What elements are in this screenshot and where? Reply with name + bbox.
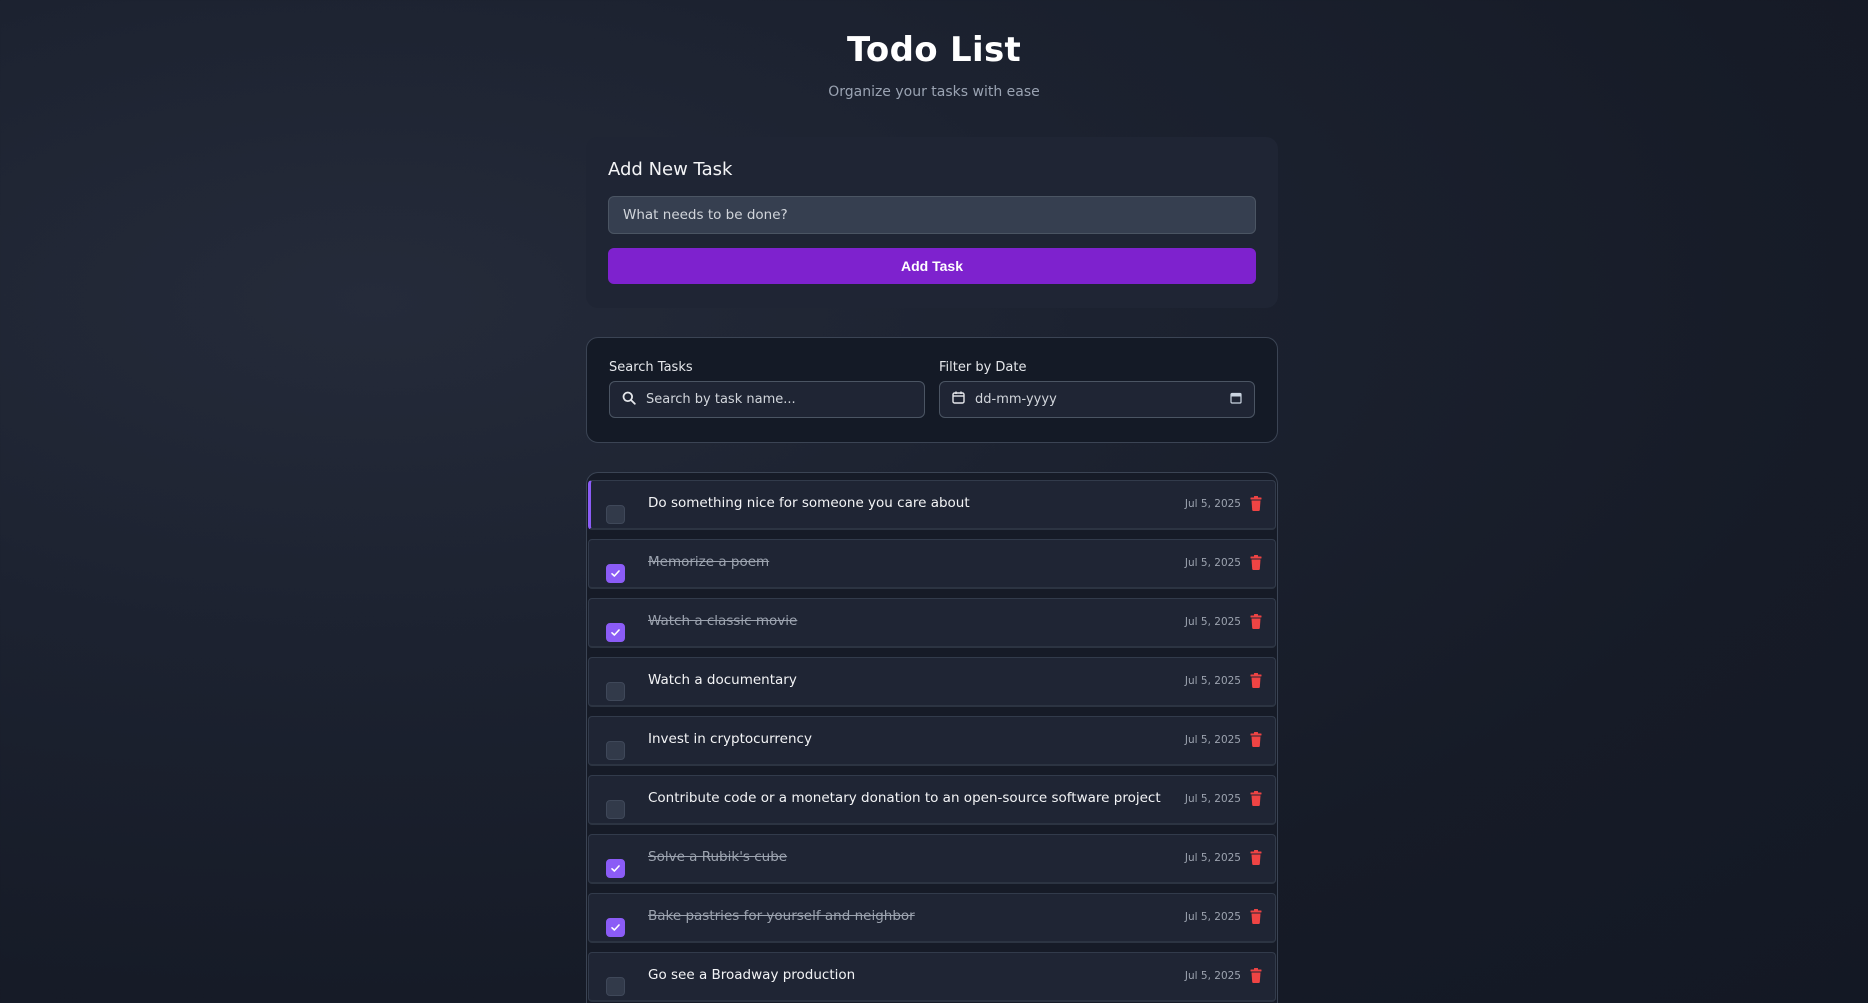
task-date: Jul 5, 2025 <box>1184 970 1241 982</box>
date-placeholder: dd-mm-yyyy <box>975 392 1057 407</box>
calendar-icon <box>952 391 965 408</box>
task-row: Memorize a poem Jul 5, 2025 <box>588 539 1276 589</box>
task-row: Watch a classic movie Jul 5, 2025 <box>588 598 1276 648</box>
task-checkbox[interactable] <box>606 859 625 878</box>
task-text: Bake pastries for yourself and neighbor <box>648 908 915 924</box>
task-row: Go see a Broadway production Jul 5, 2025 <box>588 952 1276 1002</box>
task-text: Do something nice for someone you care a… <box>648 495 970 511</box>
task-checkbox[interactable] <box>606 977 625 996</box>
trash-icon[interactable] <box>1250 496 1262 512</box>
task-date: Jul 5, 2025 <box>1184 616 1241 628</box>
task-row: Contribute code or a monetary donation t… <box>588 775 1276 825</box>
check-icon <box>611 629 620 636</box>
task-text: Contribute code or a monetary donation t… <box>648 790 1161 806</box>
task-list: Do something nice for someone you care a… <box>586 472 1278 1003</box>
task-date: Jul 5, 2025 <box>1184 675 1241 687</box>
task-text: Go see a Broadway production <box>648 967 856 983</box>
search-icon <box>622 391 636 409</box>
task-checkbox[interactable] <box>606 623 625 642</box>
task-checkbox[interactable] <box>606 741 625 760</box>
date-label: Filter by Date <box>939 360 1027 375</box>
task-text: Memorize a poem <box>648 554 770 570</box>
task-text: Invest in cryptocurrency <box>648 731 812 747</box>
trash-icon[interactable] <box>1250 968 1262 984</box>
task-date: Jul 5, 2025 <box>1184 911 1241 923</box>
trash-icon[interactable] <box>1250 791 1262 807</box>
trash-icon[interactable] <box>1250 850 1262 866</box>
task-text: Watch a documentary <box>648 672 797 688</box>
add-task-card: Add New Task What needs to be done? Add … <box>586 137 1278 308</box>
task-date: Jul 5, 2025 <box>1184 498 1241 510</box>
search-input[interactable]: Search by task name... <box>609 381 925 418</box>
new-task-input[interactable]: What needs to be done? <box>608 196 1256 234</box>
date-filter: Filter by Date dd-mm-yyyy <box>939 360 1255 420</box>
task-row: Bake pastries for yourself and neighbor J… <box>588 893 1276 943</box>
trash-icon[interactable] <box>1250 614 1262 630</box>
task-row: Solve a Rubik's cube Jul 5, 2025 <box>588 834 1276 884</box>
search-filter: Search Tasks Search by task name... <box>609 360 925 420</box>
task-row: Do something nice for someone you care a… <box>588 480 1276 530</box>
check-icon <box>611 924 620 931</box>
task-date: Jul 5, 2025 <box>1184 793 1241 805</box>
trash-icon[interactable] <box>1250 732 1262 748</box>
task-text: Solve a Rubik's cube <box>648 849 788 865</box>
trash-icon[interactable] <box>1250 673 1262 689</box>
new-task-placeholder: What needs to be done? <box>623 207 788 223</box>
page-header: Todo List Organize your tasks with ease <box>0 30 1868 100</box>
task-checkbox[interactable] <box>606 505 625 524</box>
task-date: Jul 5, 2025 <box>1184 852 1241 864</box>
search-placeholder: Search by task name... <box>646 392 796 407</box>
task-checkbox[interactable] <box>606 918 625 937</box>
task-checkbox[interactable] <box>606 682 625 701</box>
check-icon <box>611 570 620 577</box>
page-title: Todo List <box>846 30 1022 70</box>
date-input[interactable]: dd-mm-yyyy <box>939 381 1255 418</box>
task-checkbox[interactable] <box>606 564 625 583</box>
trash-icon[interactable] <box>1250 909 1262 925</box>
task-row: Invest in cryptocurrency Jul 5, 2025 <box>588 716 1276 766</box>
search-label: Search Tasks <box>609 360 693 375</box>
task-date: Jul 5, 2025 <box>1184 557 1241 569</box>
task-date: Jul 5, 2025 <box>1184 734 1241 746</box>
page-subtitle: Organize your tasks with ease <box>828 84 1040 100</box>
task-checkbox[interactable] <box>606 800 625 819</box>
add-task-heading: Add New Task <box>608 159 733 180</box>
calendar-picker-icon[interactable] <box>1230 392 1242 408</box>
check-icon <box>611 865 620 872</box>
add-task-button[interactable]: Add Task <box>608 248 1256 284</box>
filter-card: Search Tasks Search by task name... Filt… <box>586 337 1278 443</box>
trash-icon[interactable] <box>1250 555 1262 571</box>
task-row: Watch a documentary Jul 5, 2025 <box>588 657 1276 707</box>
task-text: Watch a classic movie <box>648 613 798 629</box>
